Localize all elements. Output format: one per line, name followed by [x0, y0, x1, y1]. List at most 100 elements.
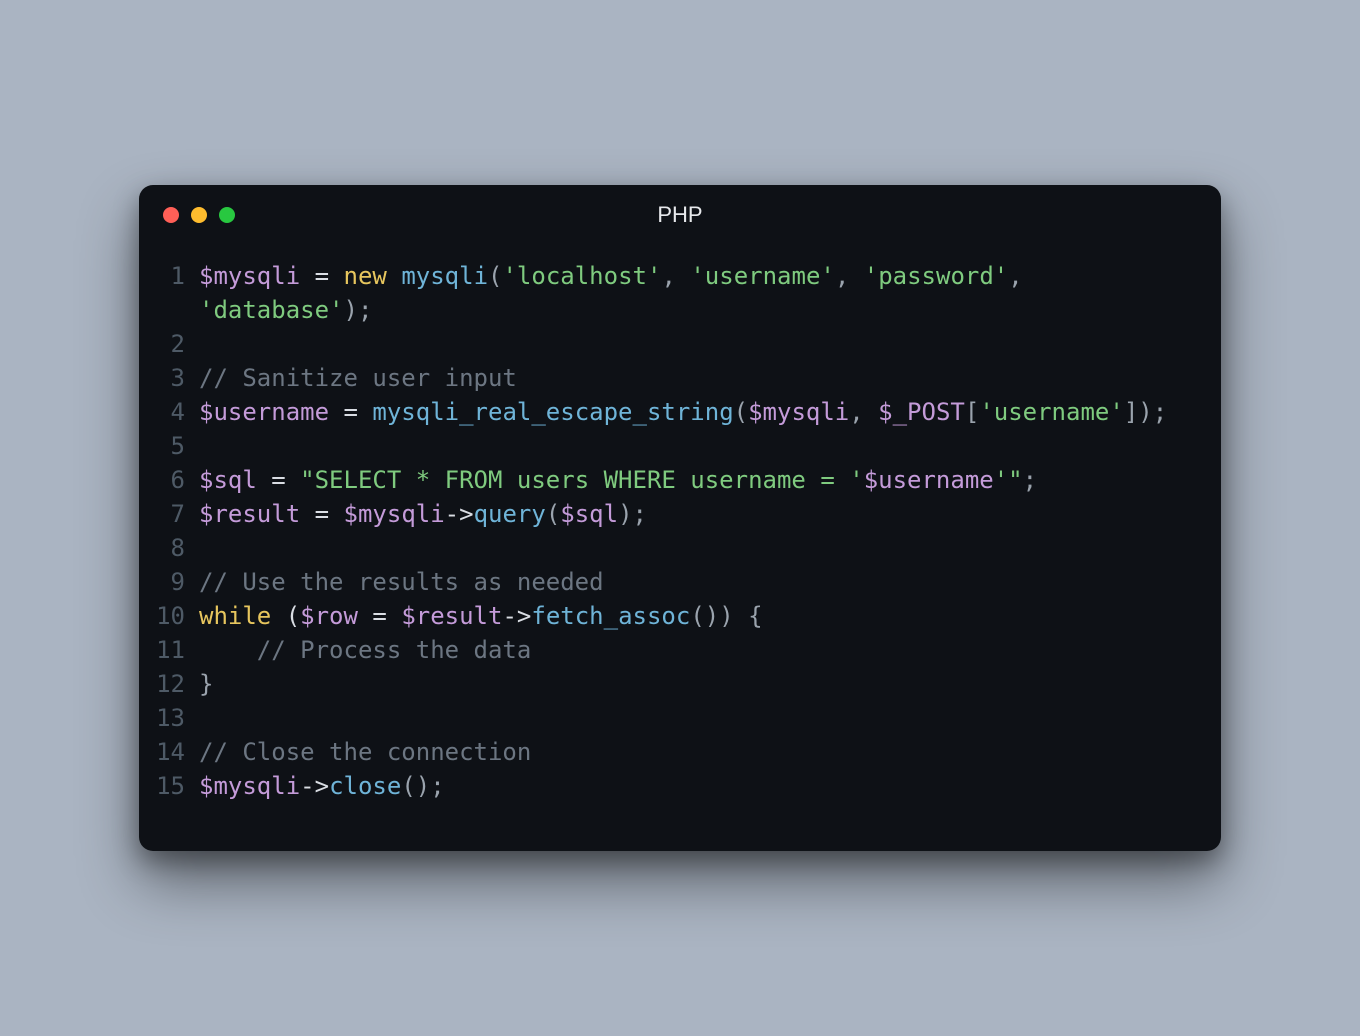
token: $mysqli [199, 262, 300, 290]
token: ( [271, 602, 300, 630]
token: , [661, 262, 690, 290]
line-number: 4 [155, 395, 199, 429]
token: -> [502, 602, 531, 630]
token: = [300, 500, 343, 528]
line-number: 13 [155, 701, 199, 735]
token: // Close the connection [199, 738, 531, 766]
code-line: 13 [155, 701, 1193, 735]
token: = [329, 398, 372, 426]
code-line: 7$result = $mysqli->query($sql); [155, 497, 1193, 531]
token: 'username' [979, 398, 1124, 426]
titlebar: PHP [139, 185, 1221, 245]
line-number: 10 [155, 599, 199, 633]
code-content: $mysqli->close(); [199, 769, 1193, 803]
token: $result [199, 500, 300, 528]
line-number: 8 [155, 531, 199, 565]
token: $mysqli [344, 500, 445, 528]
token: -> [300, 772, 329, 800]
code-line: 14// Close the connection [155, 735, 1193, 769]
token: while [199, 602, 271, 630]
code-content: $username = mysqli_real_escape_string($m… [199, 395, 1193, 429]
token: = [358, 602, 401, 630]
token: $result [401, 602, 502, 630]
code-content: while ($row = $result->fetch_assoc()) { [199, 599, 1193, 633]
code-line: 6$sql = "SELECT * FROM users WHERE usern… [155, 463, 1193, 497]
code-content: // Sanitize user input [199, 361, 1193, 395]
token: 'password' [864, 262, 1009, 290]
traffic-lights [163, 207, 235, 223]
token: $mysqli [748, 398, 849, 426]
code-content: $sql = "SELECT * FROM users WHERE userna… [199, 463, 1193, 497]
code-editor[interactable]: 1$mysqli = new mysqli('localhost', 'user… [139, 245, 1221, 851]
token: close [329, 772, 401, 800]
token: $mysqli [199, 772, 300, 800]
token: $sql [560, 500, 618, 528]
token: // Use the results as needed [199, 568, 604, 596]
line-number: 7 [155, 497, 199, 531]
line-number: 2 [155, 327, 199, 361]
code-line: 1$mysqli = new mysqli('localhost', 'user… [155, 259, 1193, 327]
code-content [199, 327, 1193, 361]
token: '" [994, 466, 1023, 494]
token: $username [864, 466, 994, 494]
code-content [199, 701, 1193, 735]
token: ( [546, 500, 560, 528]
code-line: 15$mysqli->close(); [155, 769, 1193, 803]
code-line: 2 [155, 327, 1193, 361]
token: ); [344, 296, 373, 324]
code-content [199, 531, 1193, 565]
token: [ [965, 398, 979, 426]
token: ; [1023, 466, 1037, 494]
token: mysqli_real_escape_string [372, 398, 733, 426]
token: 'database' [199, 296, 344, 324]
line-number: 12 [155, 667, 199, 701]
maximize-icon[interactable] [219, 207, 235, 223]
line-number: 15 [155, 769, 199, 803]
code-line: 12} [155, 667, 1193, 701]
token: ); [618, 500, 647, 528]
token [199, 636, 257, 664]
token: (); [401, 772, 444, 800]
token: , [1008, 262, 1037, 290]
close-icon[interactable] [163, 207, 179, 223]
line-number: 5 [155, 429, 199, 463]
token: -> [445, 500, 474, 528]
code-content: // Close the connection [199, 735, 1193, 769]
token: query [474, 500, 546, 528]
token: $username [199, 398, 329, 426]
code-line: 4$username = mysqli_real_escape_string($… [155, 395, 1193, 429]
token: = [257, 466, 300, 494]
code-content: // Use the results as needed [199, 565, 1193, 599]
code-window: PHP 1$mysqli = new mysqli('localhost', '… [139, 185, 1221, 851]
token: $sql [199, 466, 257, 494]
token: new [344, 262, 387, 290]
line-number: 6 [155, 463, 199, 497]
code-line: 3// Sanitize user input [155, 361, 1193, 395]
code-line: 8 [155, 531, 1193, 565]
token: ( [488, 262, 502, 290]
token: 'username' [690, 262, 835, 290]
code-content: $result = $mysqli->query($sql); [199, 497, 1193, 531]
token: $row [300, 602, 358, 630]
code-line: 5 [155, 429, 1193, 463]
code-content [199, 429, 1193, 463]
token: // Process the data [257, 636, 532, 664]
code-line: 9// Use the results as needed [155, 565, 1193, 599]
window-title: PHP [139, 202, 1221, 228]
token [387, 262, 401, 290]
token: ( [734, 398, 748, 426]
line-number: 14 [155, 735, 199, 769]
token: , [835, 262, 864, 290]
token: = [300, 262, 343, 290]
minimize-icon[interactable] [191, 207, 207, 223]
code-content: $mysqli = new mysqli('localhost', 'usern… [199, 259, 1193, 327]
line-number: 1 [155, 259, 199, 293]
token: // Sanitize user input [199, 364, 517, 392]
token: , [849, 398, 878, 426]
token: } [199, 670, 213, 698]
code-line: 11 // Process the data [155, 633, 1193, 667]
line-number: 3 [155, 361, 199, 395]
line-number: 11 [155, 633, 199, 667]
code-content: // Process the data [199, 633, 1193, 667]
token: fetch_assoc [531, 602, 690, 630]
